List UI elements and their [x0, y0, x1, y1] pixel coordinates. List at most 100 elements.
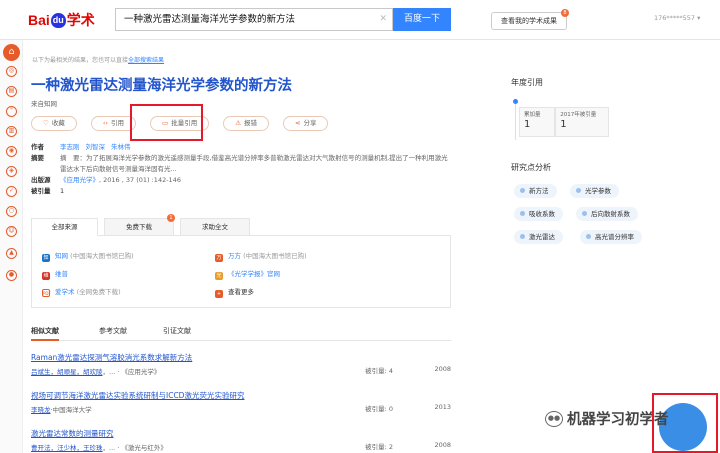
- tab-references[interactable]: 参考文献: [99, 326, 127, 341]
- related-title-link[interactable]: 激光雷达常数的测量研究: [31, 428, 451, 439]
- related-authors-rest: ，...: [102, 368, 116, 376]
- user-icon[interactable]: ●: [6, 270, 17, 281]
- highlight-box-batch-cite: [130, 104, 203, 141]
- source-name: 知网: [55, 252, 68, 260]
- source-wanfang[interactable]: 万万方 (中国海大图书馆已购): [215, 250, 307, 262]
- tab-request-fulltext[interactable]: 求助全文: [180, 218, 250, 236]
- source-tabs: 全部来源 免费下载 1 求助全文: [31, 214, 451, 236]
- vip-icon: 维: [42, 272, 50, 280]
- source-name: 万方: [228, 252, 241, 260]
- source-name: 爱学术: [55, 288, 75, 296]
- paper-title[interactable]: 一种激光雷达测量海洋光学参数的新方法: [31, 74, 292, 95]
- cite-icon[interactable]: ": [6, 106, 17, 117]
- related-authors[interactable]: 李晓龙: [31, 406, 51, 414]
- keyword-dot-icon: [586, 234, 591, 239]
- tab-all-sources[interactable]: 全部来源: [31, 218, 98, 236]
- keyword-dot-icon: [582, 211, 587, 216]
- search-input[interactable]: 一种激光雷达测量海洋光学参数的新方法 ✕: [115, 8, 393, 31]
- keyword-label: 新方法: [529, 187, 549, 195]
- discover-icon[interactable]: ◉: [6, 146, 17, 157]
- search-button[interactable]: 百度一下: [393, 8, 451, 31]
- source-ixueshu[interactable]: PDF 爱学术 (全网免费下载): [42, 286, 121, 297]
- share-label: 分享: [303, 119, 317, 127]
- keyword-chip[interactable]: 吸收系数: [514, 207, 563, 221]
- source-vip[interactable]: 维维普: [42, 268, 68, 280]
- paper-source: 来自知网: [31, 100, 57, 108]
- list-item: 激光雷达常数的测量研究 曹开法，汪少林，王珍珠，... · 《激光与红外》 被引…: [31, 428, 451, 452]
- related-journal: 《应用光学》: [121, 368, 161, 376]
- pdf-icon: PDF: [42, 289, 51, 297]
- related-cited: 被引量: 0: [365, 405, 393, 413]
- tab-similar-docs[interactable]: 相似文献: [31, 326, 59, 341]
- wanfang-icon: 万: [215, 254, 223, 262]
- warning-icon: ⚠: [235, 119, 242, 127]
- journal-site-icon: 光: [215, 272, 223, 280]
- related-year: 2013: [434, 403, 451, 411]
- user-name: 176*****557: [654, 14, 696, 22]
- author-link[interactable]: 刘智深: [86, 143, 106, 151]
- author-link[interactable]: 朱林伟: [111, 143, 131, 151]
- related-journal: 《激光与红外》: [121, 444, 167, 452]
- home-icon[interactable]: ⌂: [3, 44, 20, 61]
- baidu-xueshu-logo[interactable]: Bai du 学术: [28, 10, 95, 30]
- keyword-label: 激光雷达: [529, 233, 555, 241]
- user-account-menu[interactable]: 176*****557 ▾: [654, 14, 700, 22]
- source-cnki[interactable]: 知知网 (中国海大图书馆已购): [42, 250, 134, 262]
- keyword-chip[interactable]: 高光谱分辨率: [580, 230, 642, 244]
- grad-cap-icon[interactable]: ▲: [6, 248, 17, 259]
- chevron-down-icon: ▾: [697, 14, 701, 22]
- chart-icon[interactable]: ▤: [6, 86, 17, 97]
- keyword-dot-icon: [520, 211, 525, 216]
- tab-free-download[interactable]: 免费下载: [104, 218, 174, 236]
- year-value: 1: [560, 119, 567, 130]
- related-cited: 被引量: 2: [365, 443, 393, 451]
- keyword-label: 吸收系数: [529, 210, 555, 218]
- keyword-dot-icon: [520, 188, 525, 193]
- journal-link[interactable]: 《应用光学》: [60, 176, 99, 184]
- publication-label: 出版源: [31, 176, 51, 184]
- related-title-link[interactable]: 视场可调节海洋激光雷达实验系统研制与ICCD激光荧光实验研究: [31, 390, 451, 401]
- search-input-value: 一种激光雷达测量海洋光学参数的新方法: [124, 14, 296, 25]
- search-icon[interactable]: ○: [6, 206, 17, 217]
- watermark: ●● 机器学习初学者: [545, 408, 669, 429]
- related-authors[interactable]: 吕斌生，胡顺星，胡欢陵: [31, 368, 103, 376]
- scholar-icon[interactable]: ◎: [6, 66, 17, 77]
- free-download-label: 免费下载: [126, 223, 152, 231]
- related-title-link[interactable]: Raman激光雷达探测气溶胶消光系数求解新方法: [31, 352, 451, 363]
- timeline-line: [515, 104, 516, 140]
- list-item: Raman激光雷达探测气溶胶消光系数求解新方法 吕斌生，胡顺星，胡欢陵，... …: [31, 352, 451, 376]
- pin-icon[interactable]: ✓: [6, 186, 17, 197]
- logo-bai-text: Bai: [28, 12, 50, 28]
- source-journal-site[interactable]: 光《光学学报》官网: [215, 268, 280, 280]
- my-achievements-button[interactable]: 查看我的学术成果: [491, 12, 567, 30]
- related-tabs: 相似文献 参考文献 引证文献: [31, 326, 451, 341]
- source-name: 《光学学报》官网: [228, 270, 280, 278]
- related-authors[interactable]: 曹开法，汪少林，王珍珠: [31, 444, 103, 452]
- total-value: 1: [524, 119, 531, 130]
- report-error-button[interactable]: ⚠ 报错: [223, 116, 270, 131]
- list-item: 视场可调节海洋激光雷达实验系统研制与ICCD激光荧光实验研究 李晓龙·中国海洋大…: [31, 390, 451, 414]
- clear-search-icon[interactable]: ✕: [379, 9, 387, 30]
- tag-icon[interactable]: ◈: [6, 166, 17, 177]
- author-link[interactable]: 李志刚: [60, 143, 80, 151]
- share-button[interactable]: ⋖ 分享: [283, 116, 329, 131]
- related-cited: 被引量: 4: [365, 367, 393, 375]
- keyword-chip[interactable]: 新方法: [514, 184, 557, 198]
- total-citations: 累加量 1: [519, 107, 556, 137]
- abstract-text: 摘 要：为了拓展海洋光学参数的激光遥感测量手段,借鉴高光谱分辨率多普勒激光雷达对…: [60, 154, 448, 173]
- keyword-chip[interactable]: 激光雷达: [514, 230, 563, 244]
- wechat-icon: ●●: [545, 410, 563, 427]
- all-results-link[interactable]: 全部搜索结果: [128, 57, 164, 64]
- book-icon[interactable]: ▥: [6, 126, 17, 137]
- keyword-dot-icon: [576, 188, 581, 193]
- cite-label: 引用: [111, 119, 125, 127]
- source-note: (中国海大图书馆已购): [243, 252, 307, 260]
- keyword-chip[interactable]: 后向散射系数: [576, 207, 638, 221]
- keyword-chip[interactable]: 光学参数: [570, 184, 619, 198]
- tab-citing-docs[interactable]: 引证文献: [163, 326, 191, 341]
- people-icon[interactable]: ☺: [6, 226, 17, 237]
- code-icon: ‹›: [102, 119, 109, 127]
- view-more-sources[interactable]: + 查看更多: [215, 286, 254, 298]
- citation-stats: 累加量 1 2017年被引量 1: [519, 107, 609, 137]
- favorite-button[interactable]: ♡ 收藏: [31, 116, 77, 131]
